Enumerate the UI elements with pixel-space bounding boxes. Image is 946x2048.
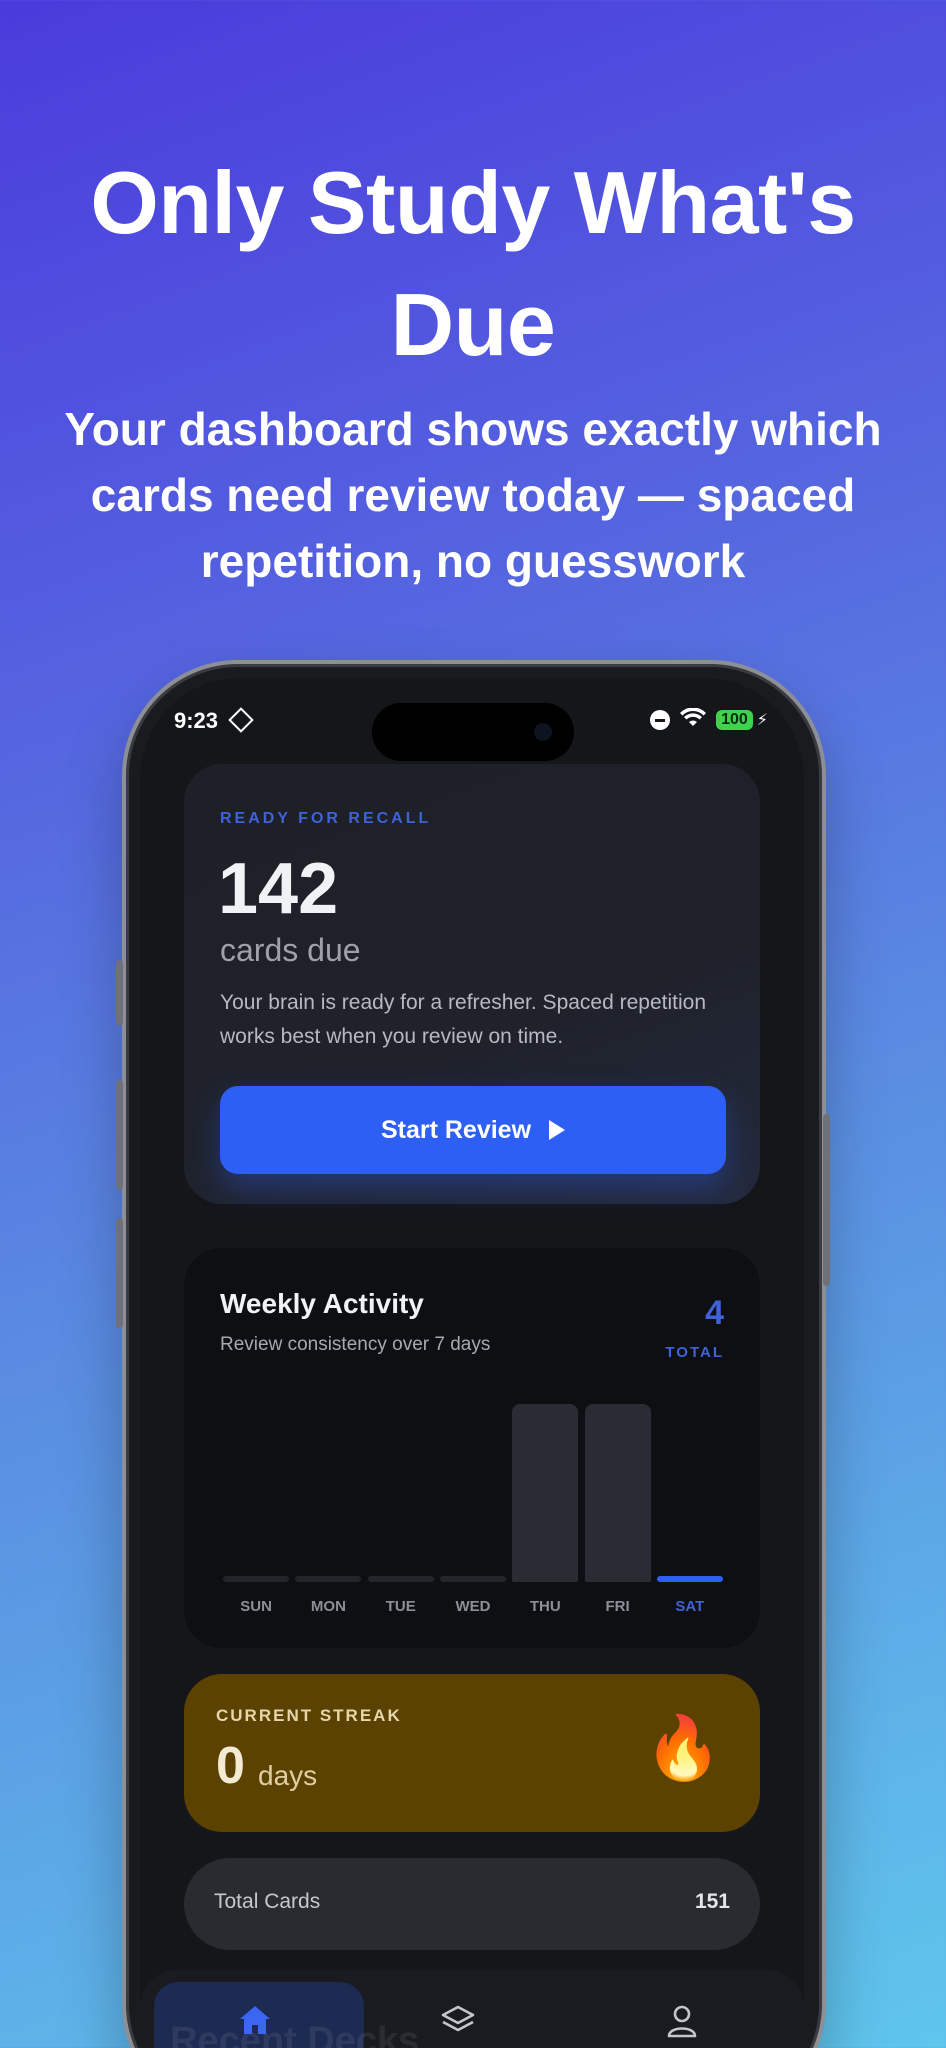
bar-wed [440,1576,506,1582]
tab-bar: Recent Decks [140,1970,804,2048]
day-label-sat: SAT [675,1598,705,1615]
phone-screen: 9:23 100 ⚡ READY FOR RECALL 142 cards du… [140,678,804,2048]
recall-eyebrow: READY FOR RECALL [220,810,432,827]
promo-subhead: Your dashboard shows exactly which cards… [64,403,882,587]
do-not-disturb-icon [650,709,671,730]
bar-fri [584,1404,651,1582]
day-label-fri: FRI [605,1598,630,1615]
streak-card: CURRENT STREAK 0 days 🔥 [184,1674,760,1832]
recent-decks-heading: Recent Decks [170,2020,420,2048]
battery-icon: 100 [716,709,753,730]
total-cards-row[interactable]: Total Cards 151 [184,1858,760,1950]
phone-side-button [823,1114,830,1286]
weekly-activity-card: Weekly Activity Review consistency over … [184,1248,760,1648]
wifi-icon [680,707,707,731]
start-review-button[interactable]: Start Review [220,1086,726,1174]
bar-thu [512,1404,579,1582]
bar-tue [367,1576,434,1582]
cards-due-count: 142 [218,849,339,929]
streak-eyebrow: CURRENT STREAK [216,1706,402,1725]
weekly-subtitle: Review consistency over 7 days [220,1334,491,1355]
total-cards-label: Total Cards [214,1890,321,1913]
play-icon [549,1120,566,1140]
weekly-bar-chart [220,1400,726,1582]
day-label-tue: TUE [385,1598,416,1615]
recall-card: READY FOR RECALL 142 cards due Your brai… [184,764,760,1204]
fire-icon: 🔥 [644,1714,722,1783]
streak-value: 0 [216,1737,245,1795]
phone-side-button [116,1218,123,1328]
day-label-sun: SUN [240,1598,272,1615]
status-time: 9:23 [174,708,219,733]
day-label-thu: THU [529,1598,561,1615]
start-review-label: Start Review [380,1115,532,1144]
weekly-total-value: 4 [705,1294,724,1332]
total-cards-value: 151 [694,1890,730,1913]
weekly-title: Weekly Activity [220,1288,424,1319]
home-icon [238,2004,272,2041]
bar-sun [223,1576,290,1582]
recall-description: Your brain is ready for a refresher. Spa… [220,991,707,1048]
promo-headline: Only Study What's Due [90,153,856,374]
grid-icon [228,707,254,733]
status-icons: 100 ⚡ [650,707,768,731]
phone-side-button [116,1080,123,1190]
day-label-wed: WED [455,1598,491,1615]
bar-sat [656,1576,723,1582]
bar-mon [295,1576,362,1582]
streak-unit: days [258,1760,318,1791]
charging-icon: ⚡ [756,711,768,729]
camera-icon [534,723,552,741]
day-label-mon: MON [310,1598,346,1615]
layers-icon[interactable] [440,2004,476,2043]
dynamic-island [372,703,574,761]
profile-icon[interactable] [666,2004,698,2043]
phone-side-button [116,960,123,1026]
cards-due-label: cards due [220,932,361,968]
weekly-total-label: TOTAL [665,1344,724,1361]
